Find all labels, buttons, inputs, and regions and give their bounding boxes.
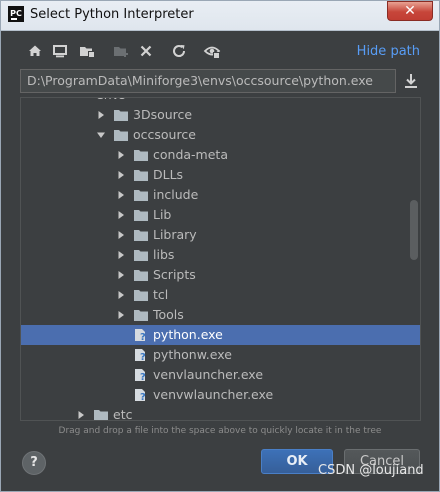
- folder-icon: [133, 288, 149, 302]
- project-folder-icon[interactable]: [78, 42, 96, 60]
- tree-row[interactable]: tcl: [21, 285, 420, 305]
- chevron-right-icon[interactable]: [116, 150, 126, 160]
- tree-row-partial[interactable]: envs: [21, 98, 420, 105]
- svg-text:?: ?: [140, 392, 146, 402]
- folder-icon: [93, 408, 109, 420]
- chevron-right-icon[interactable]: [116, 170, 126, 180]
- chevron-right-icon[interactable]: [116, 210, 126, 220]
- close-button[interactable]: ✕: [387, 1, 433, 21]
- chevron-right-icon[interactable]: [116, 230, 126, 240]
- help-icon: ?: [30, 455, 38, 470]
- drag-drop-hint: Drag and drop a file into the space abov…: [58, 426, 382, 436]
- watermark-text: CSDN @loujiand: [318, 463, 424, 478]
- folder-icon: [133, 148, 149, 162]
- tree-row-label: include: [153, 187, 199, 202]
- delete-icon[interactable]: [137, 42, 155, 60]
- tree-scrollbar[interactable]: [410, 200, 418, 260]
- chevron-right-icon[interactable]: [116, 270, 126, 280]
- python-executable-icon: ?: [133, 348, 149, 362]
- chevron-right-icon[interactable]: [76, 410, 86, 420]
- tree-row[interactable]: Scripts: [21, 265, 420, 285]
- logo-text: PC: [10, 9, 22, 18]
- tree-row-label: tcl: [153, 287, 169, 302]
- chevron-right-icon[interactable]: [96, 110, 106, 120]
- tree-row-label: Lib: [153, 207, 172, 222]
- folder-icon: [133, 228, 149, 242]
- chevron-down-icon[interactable]: [96, 130, 106, 140]
- tree-row[interactable]: libs: [21, 245, 420, 265]
- folder-icon: [133, 308, 149, 322]
- tree-row[interactable]: occsource: [21, 125, 420, 145]
- tree-row[interactable]: etc: [21, 405, 420, 421]
- tree-row-label: Scripts: [153, 267, 196, 282]
- svg-text:?: ?: [140, 332, 146, 342]
- folder-icon: [133, 268, 149, 282]
- tree-row[interactable]: ? python.exe: [21, 325, 420, 345]
- desktop-icon[interactable]: [51, 42, 69, 60]
- path-input[interactable]: D:\ProgramData\Miniforge3\envs\occsource…: [20, 69, 396, 93]
- tree-row[interactable]: 3Dsource: [21, 105, 420, 125]
- tree-row[interactable]: Lib: [21, 205, 420, 225]
- tree-row-label: python.exe: [153, 327, 223, 342]
- tree-row-label: etc: [113, 407, 133, 421]
- folder-icon: [113, 108, 129, 122]
- new-folder-icon[interactable]: [112, 42, 130, 60]
- tree-row[interactable]: ? pythonw.exe: [21, 345, 420, 365]
- file-chooser-toolbar: Hide path: [20, 40, 420, 64]
- title-bar[interactable]: PC Select Python Interpreter ✕: [0, 0, 440, 31]
- download-icon[interactable]: [402, 72, 420, 90]
- tree-row-label: venvlauncher.exe: [153, 367, 264, 382]
- python-executable-icon: ?: [133, 388, 149, 402]
- tree-row-label: Library: [153, 227, 197, 242]
- help-button[interactable]: ?: [22, 451, 46, 475]
- select-interpreter-dialog: PC Select Python Interpreter ✕ Hide path…: [0, 0, 440, 492]
- home-icon[interactable]: [26, 42, 44, 60]
- tree-row[interactable]: include: [21, 185, 420, 205]
- chevron-right-icon[interactable]: [116, 190, 126, 200]
- tree-row[interactable]: Library: [21, 225, 420, 245]
- tree-row[interactable]: ? venvwlauncher.exe: [21, 385, 420, 405]
- python-executable-icon: ?: [133, 368, 149, 382]
- folder-icon: [133, 248, 149, 262]
- tree-row-label: venvwlauncher.exe: [153, 387, 274, 402]
- tree-row-label: 3Dsource: [133, 107, 193, 122]
- folder-icon: [133, 188, 149, 202]
- tree-row[interactable]: ? venvlauncher.exe: [21, 365, 420, 385]
- folder-icon: [113, 128, 129, 142]
- tree-row[interactable]: DLLs: [21, 165, 420, 185]
- show-hidden-icon[interactable]: [203, 42, 221, 60]
- tree-row-label: libs: [153, 247, 175, 262]
- tree-row-label: envs: [96, 98, 126, 102]
- tree-row-label: Tools: [153, 307, 184, 322]
- python-executable-icon: ?: [133, 328, 149, 342]
- chevron-right-icon[interactable]: [116, 250, 126, 260]
- chevron-right-icon[interactable]: [116, 290, 126, 300]
- tree-row-label: DLLs: [153, 167, 184, 182]
- hide-path-link[interactable]: Hide path: [357, 44, 420, 59]
- pycharm-logo-icon: PC: [8, 6, 24, 22]
- svg-text:?: ?: [140, 372, 146, 382]
- tree-row-label: conda-meta: [153, 147, 228, 162]
- svg-text:?: ?: [140, 352, 146, 362]
- tree-row[interactable]: conda-meta: [21, 145, 420, 165]
- folder-icon: [133, 208, 149, 222]
- window-title: Select Python Interpreter: [30, 7, 194, 22]
- tree-row-label: pythonw.exe: [153, 347, 232, 362]
- tree-row[interactable]: Tools: [21, 305, 420, 325]
- close-icon: ✕: [404, 3, 416, 19]
- chevron-right-icon[interactable]: [116, 310, 126, 320]
- file-tree[interactable]: envs 3Dsource occsource conda-meta DLLs incl…: [20, 97, 421, 421]
- tree-row-label: occsource: [133, 127, 196, 142]
- folder-icon: [133, 168, 149, 182]
- refresh-icon[interactable]: [170, 42, 188, 60]
